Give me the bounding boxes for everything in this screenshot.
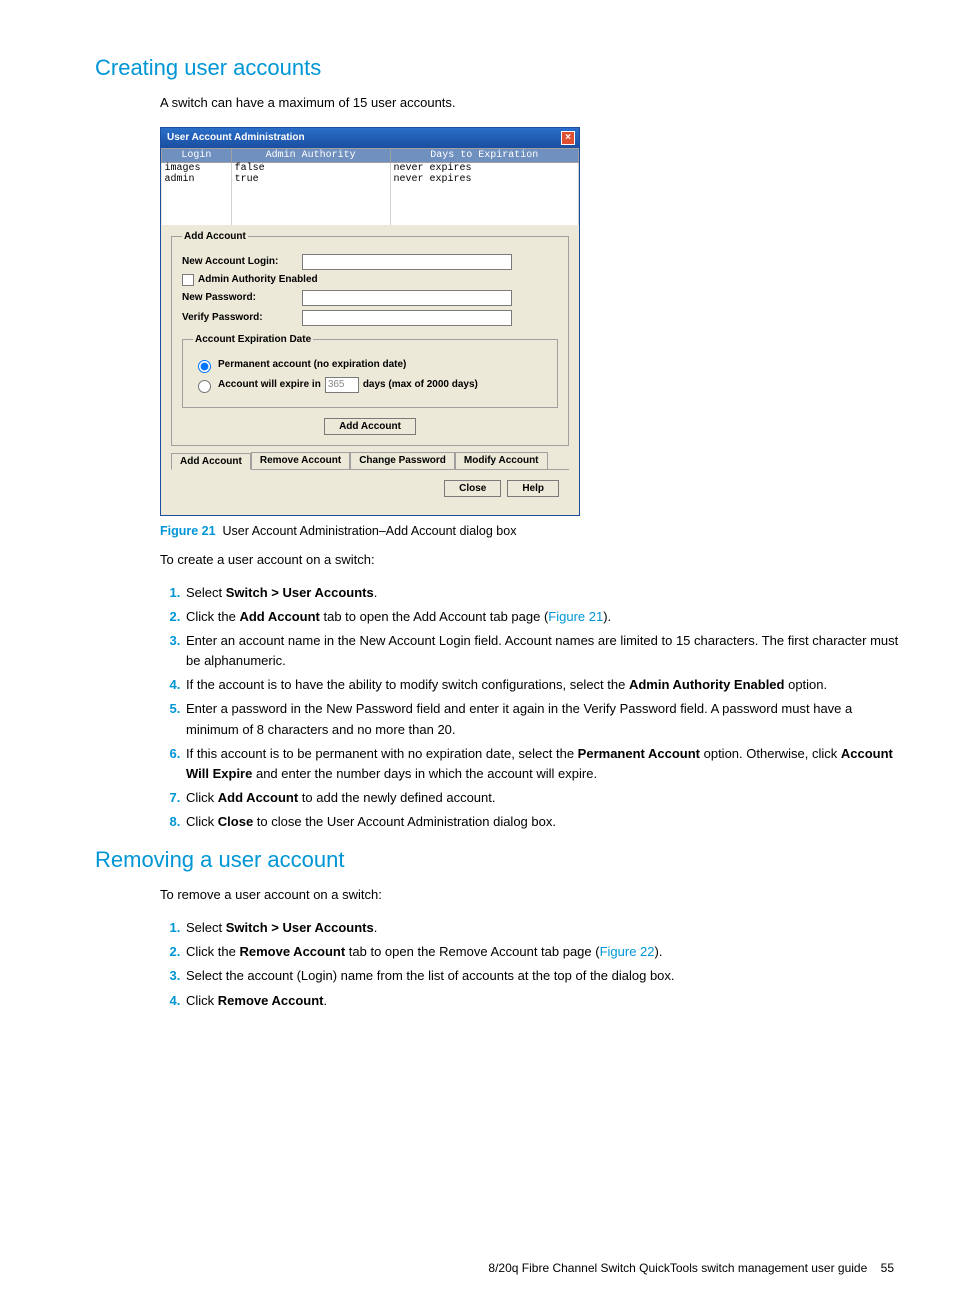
dialog-titlebar: User Account Administration × <box>161 128 579 148</box>
days-input[interactable] <box>325 377 359 393</box>
create-intro: To create a user account on a switch: <box>160 551 884 570</box>
list-item: Click Add Account to add the newly defin… <box>184 788 904 808</box>
figure-21-link[interactable]: Figure 21 <box>548 609 603 624</box>
col-login: Login <box>162 148 232 162</box>
list-item: Select Switch > User Accounts. <box>184 918 904 938</box>
new-login-input[interactable] <box>302 254 512 270</box>
page-footer: 8/20q Fibre Channel Switch QuickTools sw… <box>50 1261 904 1275</box>
add-account-legend: Add Account <box>182 231 248 242</box>
create-steps: Select Switch > User Accounts. Click the… <box>160 583 904 833</box>
verify-password-label: Verify Password: <box>182 312 302 323</box>
list-item: Click Remove Account. <box>184 991 904 1011</box>
days-max-label: days (max of 2000 days) <box>363 379 478 390</box>
list-item: Enter a password in the New Password fie… <box>184 699 904 739</box>
expire-label: Account will expire in <box>218 379 321 390</box>
table-row[interactable]: images false never expires <box>162 162 579 174</box>
list-item: If this account is to be permanent with … <box>184 744 904 784</box>
add-account-fieldset: Add Account New Account Login: Admin Aut… <box>171 231 569 446</box>
list-item: Click the Add Account tab to open the Ad… <box>184 607 904 627</box>
close-icon[interactable]: × <box>561 131 575 145</box>
list-item: Click Close to close the User Account Ad… <box>184 812 904 832</box>
section-heading-removing: Removing a user account <box>95 847 904 873</box>
radio-permanent[interactable] <box>198 360 211 373</box>
expiration-fieldset: Account Expiration Date Permanent accoun… <box>182 334 558 408</box>
col-auth: Admin Authority <box>231 148 390 162</box>
table-row[interactable]: admin true never expires <box>162 174 579 185</box>
figure-22-link[interactable]: Figure 22 <box>600 944 655 959</box>
intro-text: A switch can have a maximum of 15 user a… <box>160 94 884 113</box>
help-button[interactable]: Help <box>507 480 559 497</box>
new-password-input[interactable] <box>302 290 512 306</box>
tab-change-password[interactable]: Change Password <box>350 452 455 469</box>
list-item: Select Switch > User Accounts. <box>184 583 904 603</box>
figure-caption: Figure 21 User Account Administration–Ad… <box>160 524 904 538</box>
remove-steps: Select Switch > User Accounts. Click the… <box>160 918 904 1011</box>
permanent-label: Permanent account (no expiration date) <box>218 359 406 370</box>
tabs: Add Account Remove Account Change Passwo… <box>171 452 569 470</box>
new-password-label: New Password: <box>182 292 302 303</box>
tab-add-account[interactable]: Add Account <box>171 453 251 470</box>
accounts-table: Login Admin Authority Days to Expiration… <box>161 148 579 225</box>
list-item: Click the Remove Account tab to open the… <box>184 942 904 962</box>
add-account-button[interactable]: Add Account <box>324 418 416 435</box>
section-heading-creating: Creating user accounts <box>95 55 904 81</box>
admin-authority-checkbox[interactable] <box>182 274 194 286</box>
radio-expire[interactable] <box>198 380 211 393</box>
new-login-label: New Account Login: <box>182 256 302 267</box>
expiration-legend: Account Expiration Date <box>193 334 313 345</box>
col-exp: Days to Expiration <box>390 148 578 162</box>
verify-password-input[interactable] <box>302 310 512 326</box>
admin-authority-label: Admin Authority Enabled <box>198 274 318 285</box>
tab-remove-account[interactable]: Remove Account <box>251 452 350 469</box>
list-item: Select the account (Login) name from the… <box>184 966 904 986</box>
list-item: If the account is to have the ability to… <box>184 675 904 695</box>
remove-intro: To remove a user account on a switch: <box>160 886 884 905</box>
dialog-user-account-admin: User Account Administration × Login Admi… <box>160 127 580 516</box>
close-button[interactable]: Close <box>444 480 501 497</box>
tab-modify-account[interactable]: Modify Account <box>455 452 548 469</box>
dialog-title: User Account Administration <box>167 132 305 143</box>
list-item: Enter an account name in the New Account… <box>184 631 904 671</box>
